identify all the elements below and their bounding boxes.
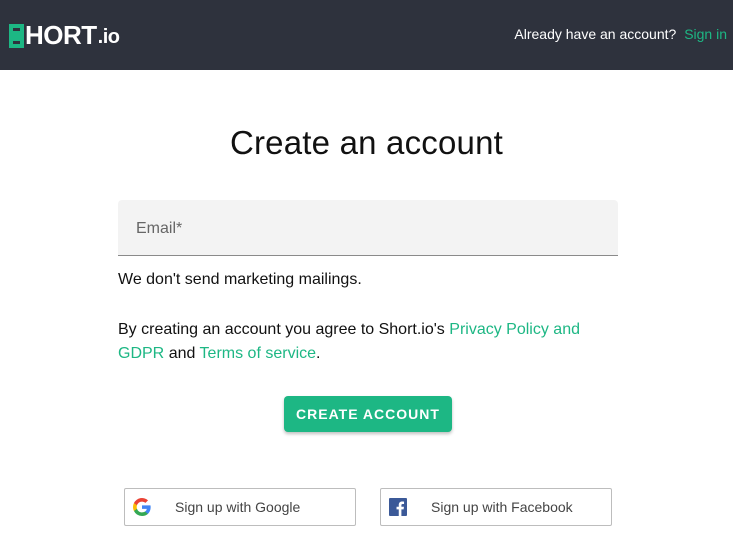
account-prompt-text: Already have an account? (514, 26, 677, 42)
agreement-and: and (168, 345, 196, 362)
agreement-suffix: . (316, 345, 321, 362)
logo-suffix: .io (97, 26, 120, 48)
top-header: HORT .io Already have an account? Sign i… (0, 0, 733, 70)
google-signup-button[interactable]: Sign up with Google (124, 488, 356, 526)
create-account-button[interactable]: CREATE ACCOUNT (284, 396, 452, 432)
facebook-signup-label: Sign up with Facebook (431, 499, 573, 515)
logo-s-icon (9, 24, 24, 48)
signin-link[interactable]: Sign in (684, 26, 727, 42)
google-signup-label: Sign up with Google (175, 499, 301, 515)
facebook-icon (389, 498, 407, 516)
facebook-signup-button[interactable]: Sign up with Facebook (380, 488, 612, 526)
signin-prompt: Already have an account? Sign in (514, 26, 727, 42)
shortio-logo[interactable]: HORT .io (9, 18, 120, 48)
email-input[interactable] (134, 214, 608, 244)
email-field[interactable] (118, 200, 618, 256)
marketing-note: We don't send marketing mailings. (118, 271, 362, 288)
terms-of-service-link[interactable]: Terms of service (200, 345, 316, 362)
logo-text: HORT (25, 20, 97, 50)
agreement-prefix: By creating an account you agree to Shor… (118, 321, 445, 338)
agreement-text: By creating an account you agree to Shor… (118, 318, 618, 366)
page-title: Create an account (229, 124, 504, 161)
google-icon (133, 498, 151, 516)
